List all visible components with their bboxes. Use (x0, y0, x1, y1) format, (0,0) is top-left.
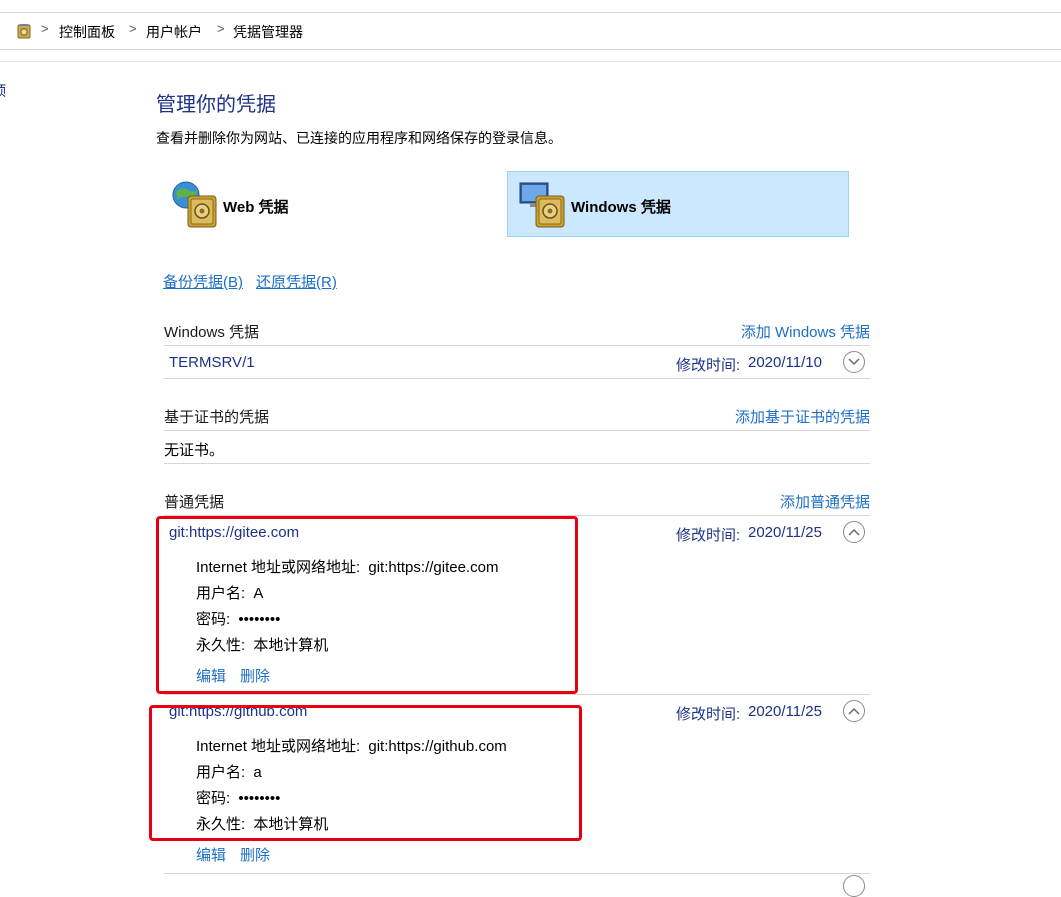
breadcrumb-separator: > (217, 21, 225, 36)
add-generic-credential-link[interactable]: 添加普通凭据 (780, 491, 870, 512)
windows-credentials-label: Windows 凭据 (571, 199, 671, 216)
expand-chevron-icon[interactable] (843, 351, 865, 373)
page-title: 管理你的凭据 (156, 94, 276, 116)
termsrv-credential-name[interactable]: TERMSRV/1 (169, 354, 255, 371)
row-divider (164, 378, 870, 379)
modified-label: 修改时间: (676, 706, 741, 723)
breadcrumb-credential-manager: 凭据管理器 (233, 24, 303, 40)
modified-date: 2020/11/10 (748, 354, 822, 371)
collapse-chevron-icon[interactable] (843, 521, 865, 543)
add-cert-credential-link[interactable]: 添加基于证书的凭据 (735, 406, 870, 427)
breadcrumb-control-panel[interactable]: 控制面板 (59, 22, 115, 42)
partial-chevron-icon[interactable] (843, 875, 865, 897)
add-windows-credential-link[interactable]: 添加 Windows 凭据 (741, 321, 870, 342)
row-divider (164, 694, 870, 695)
row-divider (164, 463, 870, 464)
section-divider (164, 430, 870, 431)
annotation-box (149, 705, 582, 841)
header-divider (0, 61, 1061, 62)
collapse-chevron-icon[interactable] (843, 700, 865, 722)
backup-credentials-link[interactable]: 备份凭据(B) (163, 271, 243, 292)
windows-credentials-heading: Windows 凭据 (164, 324, 260, 341)
web-vault-icon (170, 180, 220, 230)
modified-label: 修改时间: (676, 357, 741, 374)
delete-credential-link[interactable]: 删除 (240, 844, 270, 865)
windows-vault-icon (518, 180, 568, 230)
breadcrumb-user-accounts[interactable]: 用户帐户 (146, 22, 202, 42)
cert-credentials-heading: 基于证书的凭据 (164, 409, 270, 426)
breadcrumb-separator: > (41, 21, 49, 36)
modified-date: 2020/11/25 (748, 703, 822, 720)
page-description: 查看并删除你为网站、已连接的应用程序和网络保存的登录信息。 (156, 130, 562, 146)
breadcrumb-separator: > (129, 21, 137, 36)
section-divider (164, 345, 870, 346)
row-divider (164, 873, 870, 874)
restore-credentials-link[interactable]: 还原凭据(R) (256, 271, 337, 292)
left-panel-link[interactable]: 顶 (0, 81, 6, 101)
annotation-box (156, 516, 578, 694)
web-credentials-label: Web 凭据 (223, 199, 289, 216)
no-certificate-text: 无证书。 (164, 442, 225, 459)
edit-credential-link[interactable]: 编辑 (196, 844, 226, 865)
modified-date: 2020/11/25 (748, 524, 822, 541)
modified-label: 修改时间: (676, 527, 741, 544)
generic-credentials-heading: 普通凭据 (164, 494, 225, 511)
control-panel-icon (16, 23, 32, 40)
